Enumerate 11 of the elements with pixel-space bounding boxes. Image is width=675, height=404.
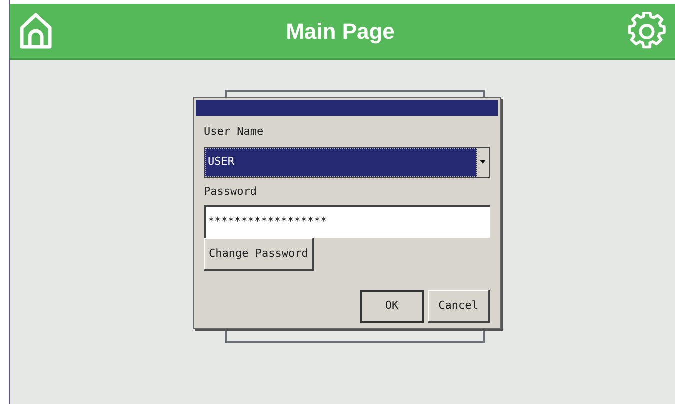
- password-field[interactable]: ******************: [204, 205, 490, 238]
- change-password-button[interactable]: Change Password: [204, 238, 314, 271]
- cancel-button[interactable]: Cancel: [428, 290, 490, 323]
- settings-icon[interactable]: [627, 11, 667, 51]
- password-label: Password: [204, 184, 258, 200]
- ok-button[interactable]: OK: [360, 290, 424, 323]
- page-title: Main Page: [286, 18, 395, 46]
- user-name-label: User Name: [204, 124, 265, 140]
- home-icon[interactable]: [18, 11, 54, 51]
- dropdown-arrow-icon: [480, 160, 486, 164]
- user-dropdown[interactable]: USER: [204, 146, 490, 178]
